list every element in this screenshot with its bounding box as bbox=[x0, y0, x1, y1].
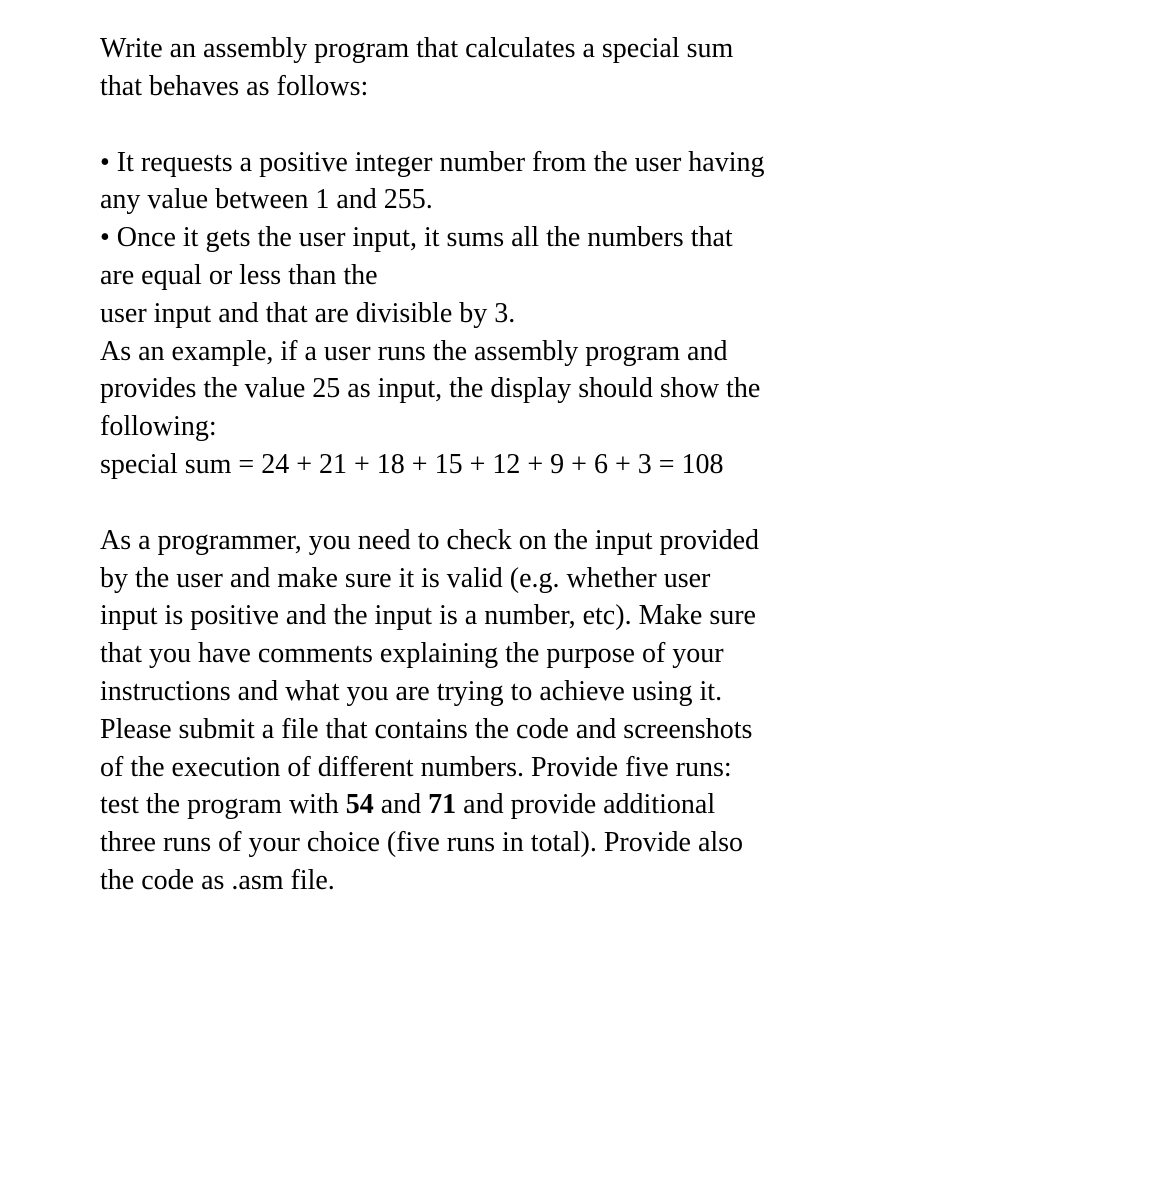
bold-number: 71 bbox=[428, 789, 456, 820]
text-line: that you have comments explaining the pu… bbox=[100, 635, 1110, 673]
bullet-item-line: any value between 1 and 255. bbox=[100, 181, 1110, 219]
text-line: three runs of your choice (five runs in … bbox=[100, 824, 1110, 862]
bullet-item-line: are equal or less than the bbox=[100, 257, 1110, 295]
bullet-item-line: user input and that are divisible by 3. bbox=[100, 295, 1110, 333]
text-segment: and bbox=[374, 789, 428, 820]
example-line: provides the value 25 as input, the disp… bbox=[100, 370, 1110, 408]
text-line: input is positive and the input is a num… bbox=[100, 597, 1110, 635]
text-line: Please submit a file that contains the c… bbox=[100, 711, 1110, 749]
instructions-paragraph: As a programmer, you need to check on th… bbox=[100, 522, 1110, 900]
text-segment: test the program with bbox=[100, 789, 346, 820]
bullet-item-line: • It requests a positive integer number … bbox=[100, 144, 1110, 182]
text-segment: and provide additional bbox=[456, 789, 715, 820]
text-line: instructions and what you are trying to … bbox=[100, 673, 1110, 711]
example-line: following: bbox=[100, 408, 1110, 446]
formula-line: special sum = 24 + 21 + 18 + 15 + 12 + 9… bbox=[100, 446, 1110, 484]
bold-number: 54 bbox=[346, 789, 374, 820]
text-line: the code as .asm file. bbox=[100, 862, 1110, 900]
text-line: that behaves as follows: bbox=[100, 68, 1110, 106]
text-line: Write an assembly program that calculate… bbox=[100, 30, 1110, 68]
text-line: As a programmer, you need to check on th… bbox=[100, 522, 1110, 560]
requirements-paragraph: • It requests a positive integer number … bbox=[100, 144, 1110, 484]
bullet-item-line: • Once it gets the user input, it sums a… bbox=[100, 219, 1110, 257]
text-line: test the program with 54 and 71 and prov… bbox=[100, 786, 1110, 824]
intro-paragraph: Write an assembly program that calculate… bbox=[100, 30, 1110, 106]
text-line: by the user and make sure it is valid (e… bbox=[100, 560, 1110, 598]
text-line: of the execution of different numbers. P… bbox=[100, 749, 1110, 787]
example-line: As an example, if a user runs the assemb… bbox=[100, 333, 1110, 371]
